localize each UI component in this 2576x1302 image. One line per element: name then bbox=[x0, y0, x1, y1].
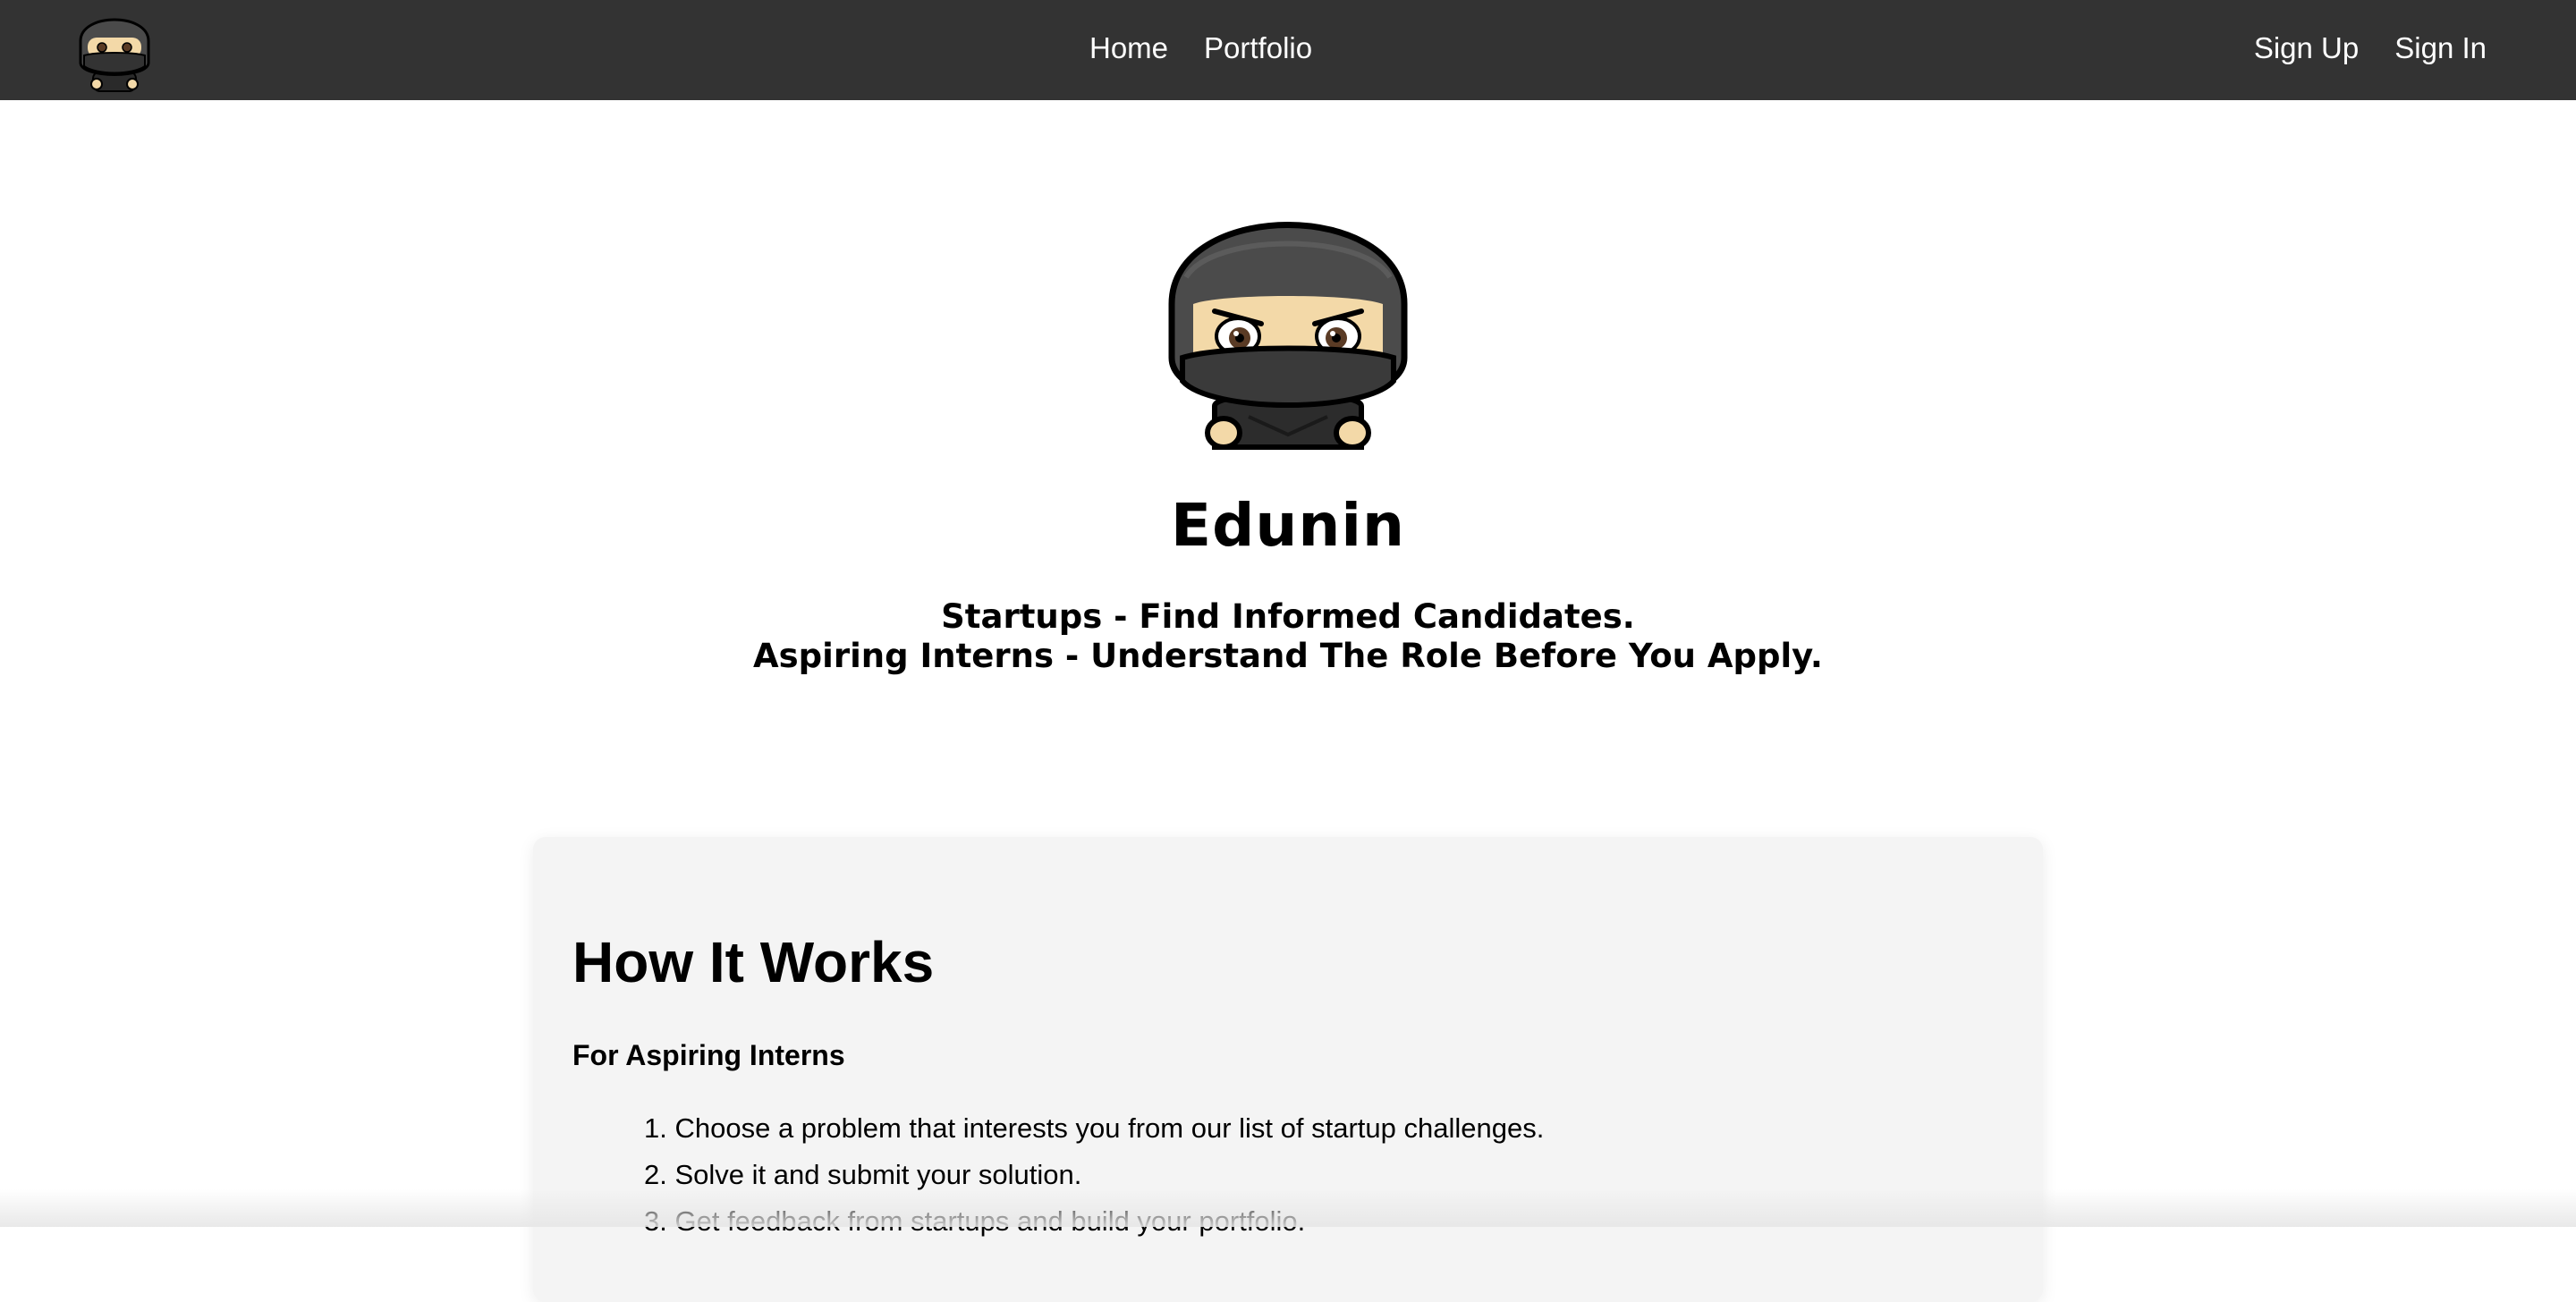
hero-subtitle: Startups - Find Informed Candidates. Asp… bbox=[0, 597, 2576, 676]
ninja-hero-icon bbox=[1168, 222, 1408, 450]
steps-list: 1. Choose a problem that interests you f… bbox=[644, 1105, 1544, 1245]
hero-title: Edunin bbox=[1171, 491, 1405, 560]
interns-subheading: For Aspiring Interns bbox=[572, 1039, 845, 1071]
how-it-works-card: How It Works For Aspiring Interns 1. Cho… bbox=[533, 837, 2043, 1302]
nav-home-link[interactable]: Home bbox=[1089, 29, 1168, 68]
how-it-works-heading: How It Works bbox=[572, 930, 935, 994]
main-nav: Home Portfolio bbox=[1089, 29, 1312, 68]
nav-portfolio-link[interactable]: Portfolio bbox=[1204, 29, 1312, 68]
sign-in-link[interactable]: Sign In bbox=[2394, 29, 2487, 68]
step-number: 1. bbox=[644, 1112, 667, 1144]
list-item: 1. Choose a problem that interests you f… bbox=[644, 1105, 1544, 1152]
hero-subtitle-interns: Aspiring Interns - Understand The Role B… bbox=[753, 637, 1823, 675]
step-text: Solve it and submit your solution. bbox=[674, 1159, 1082, 1190]
list-item: 3. Get feedback from startups and build … bbox=[644, 1198, 1544, 1245]
sign-up-link[interactable]: Sign Up bbox=[2254, 29, 2359, 68]
step-number: 2. bbox=[644, 1159, 667, 1190]
step-text: Choose a problem that interests you from… bbox=[674, 1112, 1545, 1144]
step-text: Get feedback from startups and build you… bbox=[674, 1205, 1306, 1237]
step-number: 3. bbox=[644, 1205, 667, 1237]
top-navbar: Home Portfolio Sign Up Sign In bbox=[0, 0, 2576, 100]
list-item: 2. Solve it and submit your solution. bbox=[644, 1152, 1544, 1198]
hero-subtitle-startups: Startups - Find Informed Candidates. bbox=[941, 597, 1635, 636]
ninja-logo-icon[interactable] bbox=[70, 0, 159, 93]
auth-nav: Sign Up Sign In bbox=[2254, 29, 2487, 68]
